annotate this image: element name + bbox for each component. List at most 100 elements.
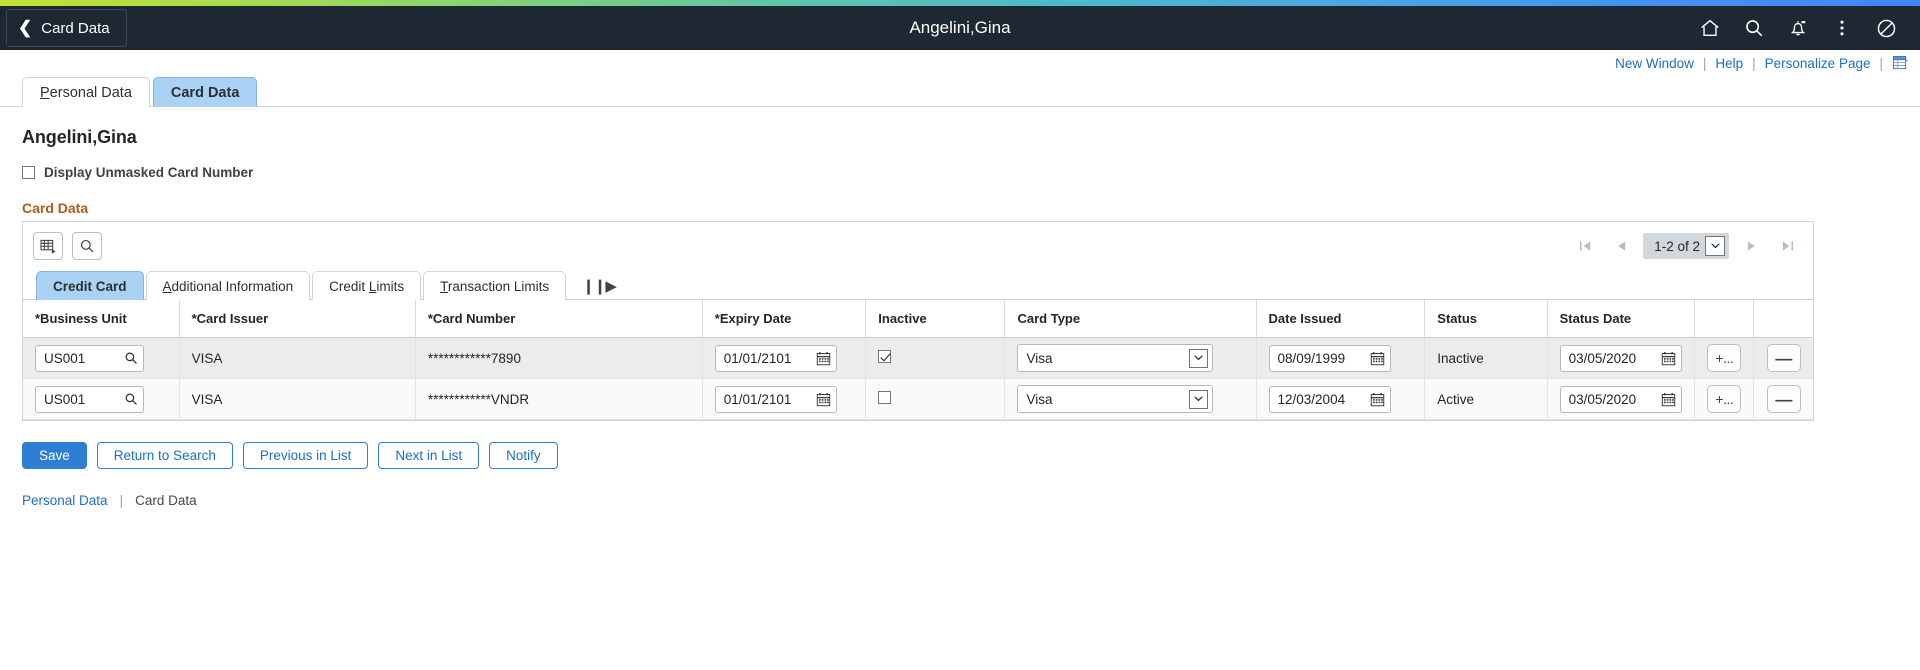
status-date-input[interactable]: 03/05/2020 [1559, 385, 1682, 413]
status-value: Inactive [1437, 350, 1484, 366]
column-header-inactive: Inactive [865, 300, 1006, 338]
status-date-input[interactable]: 03/05/2020 [1559, 344, 1682, 372]
business-unit-input[interactable]: US001 [35, 385, 144, 413]
page-tab-personal-data[interactable]: Personal Data [22, 77, 150, 107]
inner-tab-label: Additional Information [162, 278, 294, 294]
status-date-value: 03/05/2020 [1568, 391, 1637, 407]
calendar-icon[interactable] [1661, 392, 1676, 407]
footer-current-page: Card Data [135, 493, 197, 508]
utility-links-bar: New Window | Help | Personalize Page | [0, 50, 1920, 76]
button-label: Notify [506, 448, 541, 463]
expiry-date-input[interactable]: 01/01/2101 [714, 385, 837, 413]
cell-delete-row: — [1753, 378, 1813, 420]
return-to-search-button[interactable]: Return to Search [96, 442, 233, 469]
calendar-icon[interactable] [1661, 351, 1676, 366]
unmask-card-number-row: Display Unmasked Card Number [22, 165, 1898, 180]
inner-tab-credit-card[interactable]: Credit Card [36, 271, 144, 300]
page-tab-label: Card Data [170, 84, 240, 101]
calendar-icon[interactable] [1370, 351, 1385, 366]
card-data-grid: 1-2 of 2 Credit Card Additional Informat… [22, 221, 1814, 421]
expand-all-tabs-icon[interactable]: ❙❙▶ [576, 277, 622, 299]
column-header-blank [1753, 300, 1813, 338]
delete-row-button[interactable]: — [1766, 385, 1801, 413]
add-row-button[interactable]: +... [1707, 385, 1742, 413]
header-icon-group [1690, 8, 1920, 48]
notify-button[interactable]: Notify [489, 442, 558, 469]
inner-tab-label: Transaction Limits [440, 278, 550, 294]
date-issued-value: 12/03/2004 [1277, 391, 1346, 407]
button-label: Save [39, 448, 70, 463]
card-data-group-label: Card Data [22, 200, 89, 216]
lookup-icon[interactable] [124, 392, 138, 406]
cell-add-row: +... [1694, 337, 1755, 379]
footer-personal-data-link[interactable]: Personal Data [22, 493, 108, 508]
cell-card-issuer: VISA [179, 378, 416, 420]
grid-pager: 1-2 of 2 [1567, 233, 1805, 259]
calendar-icon[interactable] [816, 392, 831, 407]
inner-tab-transaction-limits[interactable]: Transaction Limits [423, 271, 567, 300]
page-count-display[interactable]: 1-2 of 2 [1643, 233, 1729, 259]
add-row-button[interactable]: +... [1707, 344, 1742, 372]
delete-row-button[interactable]: — [1766, 344, 1801, 372]
inner-tab-additional-information[interactable]: Additional Information [145, 271, 311, 300]
lookup-icon[interactable] [124, 351, 138, 365]
actions-menu-icon[interactable] [1822, 8, 1862, 48]
card-type-select[interactable]: Visa [1017, 385, 1214, 413]
footer-breadcrumb: Personal Data | Card Data [22, 493, 1898, 508]
chevron-down-icon [1189, 389, 1209, 409]
grid-personalize-icon[interactable] [33, 232, 63, 260]
expiry-date-input[interactable]: 01/01/2101 [714, 344, 837, 372]
cell-delete-row: — [1753, 337, 1813, 379]
first-page-icon[interactable] [1567, 233, 1603, 259]
next-in-list-button[interactable]: Next in List [378, 442, 480, 469]
card-type-select[interactable]: Visa [1017, 344, 1214, 372]
search-icon[interactable] [1734, 8, 1774, 48]
calendar-icon[interactable] [816, 351, 831, 366]
cell-card-number: ************7890 [415, 337, 703, 379]
calendar-icon[interactable] [1370, 392, 1385, 407]
date-issued-input[interactable]: 12/03/2004 [1268, 385, 1391, 413]
business-unit-value: US001 [44, 350, 86, 366]
cell-expiry-date: 01/01/2101 [702, 337, 867, 379]
column-header-card-type: Card Type [1004, 300, 1257, 338]
grid-find-icon[interactable] [72, 232, 102, 260]
new-window-link[interactable]: New Window [1606, 56, 1703, 71]
inactive-checkbox[interactable] [878, 391, 892, 404]
column-header-expiry-date: *Expiry Date [702, 300, 867, 338]
page-tab-card-data[interactable]: Card Data [152, 77, 258, 107]
nav-bar-icon[interactable] [1866, 8, 1906, 48]
chevron-down-icon[interactable] [1705, 236, 1725, 256]
cell-date-issued: 08/09/1999 [1256, 337, 1426, 379]
column-header-card-number: *Card Number [415, 300, 703, 338]
personalize-page-link[interactable]: Personalize Page [1756, 56, 1880, 71]
page-layout-icon[interactable] [1883, 56, 1908, 70]
business-unit-input[interactable]: US001 [35, 344, 144, 372]
inactive-checkbox[interactable] [878, 350, 892, 363]
cell-status: Inactive [1424, 337, 1548, 379]
column-header-date-issued: Date Issued [1256, 300, 1426, 338]
previous-page-icon[interactable] [1603, 233, 1639, 259]
inner-tab-bar: Credit Card Additional Information Credit … [23, 270, 1813, 300]
cell-business-unit: US001 [23, 378, 180, 420]
date-issued-input[interactable]: 08/09/1999 [1268, 344, 1391, 372]
footer-separator: | [119, 493, 124, 508]
date-issued-value: 08/09/1999 [1277, 350, 1346, 366]
save-button[interactable]: Save [22, 442, 87, 469]
help-link[interactable]: Help [1706, 56, 1752, 71]
cell-status: Active [1424, 378, 1548, 420]
inner-tab-label: Credit Limits [329, 278, 405, 294]
display-unmasked-card-number-checkbox[interactable] [22, 166, 35, 179]
next-page-icon[interactable] [1733, 233, 1769, 259]
page-tab-bar: Personal Data Card Data [0, 76, 1920, 107]
app-header: ❮ Card Data Angelini,Gina [0, 6, 1920, 50]
home-icon[interactable] [1690, 8, 1730, 48]
previous-in-list-button[interactable]: Previous in List [242, 442, 369, 469]
notification-bell-icon[interactable] [1778, 8, 1818, 48]
column-header-blank [1694, 300, 1755, 338]
inner-tab-credit-limits[interactable]: Credit Limits [312, 271, 422, 300]
last-page-icon[interactable] [1769, 233, 1805, 259]
status-date-value: 03/05/2020 [1568, 350, 1637, 366]
action-button-bar: Save Return to Search Previous in List Next… [22, 442, 1898, 469]
back-button[interactable]: ❮ Card Data [6, 9, 127, 47]
table-body: US001 VISA ************7890 01/01/2101 Visa 0… [23, 337, 1813, 420]
